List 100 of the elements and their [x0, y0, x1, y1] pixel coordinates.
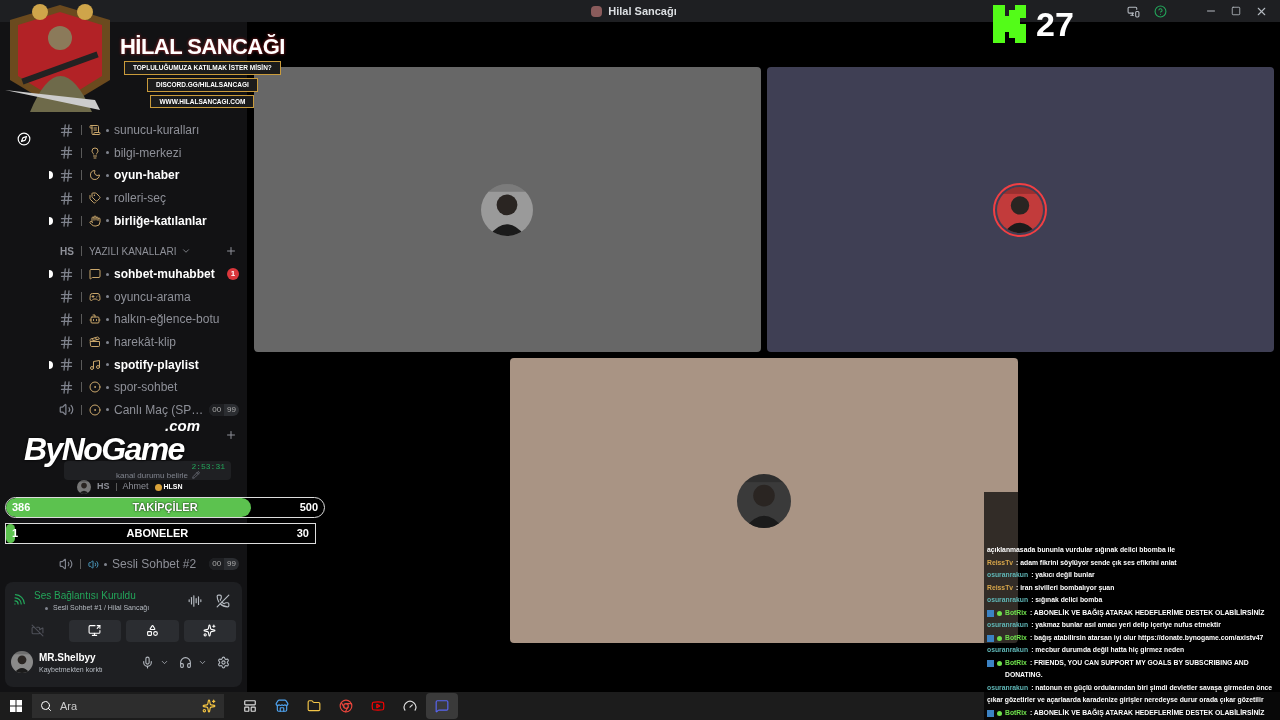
banner-title: HİLAL SANCAĞI: [120, 36, 285, 58]
hash-icon: [59, 379, 74, 395]
hash-icon: [59, 311, 74, 327]
channel-item[interactable]: rolleri-seç: [48, 186, 247, 210]
channel-item[interactable]: bilgi-merkezi: [48, 141, 247, 165]
goal-target: 30: [296, 526, 309, 542]
channel-item[interactable]: oyun-haber: [48, 164, 247, 187]
voice-channel[interactable]: Sesli Sohbet #2 00 99: [48, 553, 247, 576]
server-icon: [591, 5, 603, 17]
user-limit: 00 99: [209, 403, 239, 416]
activities-button[interactable]: [126, 619, 179, 642]
channel-status[interactable]: kanal durumu belirle: [116, 470, 189, 480]
viewer-count: 27: [1036, 7, 1074, 41]
help-icon[interactable]: [1154, 4, 1167, 18]
bullet-icon: [106, 272, 109, 276]
channel-name: spotify-playlist: [114, 356, 199, 374]
channel-name: sunucu-kuralları: [114, 122, 200, 140]
screen-share-button[interactable]: [68, 619, 121, 642]
add-channel-icon[interactable]: [225, 245, 237, 258]
goal-target: 500: [299, 500, 318, 516]
call-timer: 2:53:31: [191, 461, 225, 471]
screen-share-icon: [88, 624, 102, 637]
channel-name: oyun-haber: [114, 167, 180, 185]
mention-badge: 1: [227, 268, 239, 281]
category-title[interactable]: YAZILI KANALLARI: [88, 243, 177, 259]
unread-indicator: [49, 270, 53, 279]
video-tile[interactable]: [766, 67, 1274, 352]
channel-name: rolleri-seç: [114, 190, 166, 208]
headphones-icon[interactable]: [179, 655, 192, 669]
task-view-icon: [243, 699, 257, 713]
goal-current: 1: [12, 526, 19, 542]
folder-icon: [307, 699, 321, 713]
disconnect-icon[interactable]: [216, 593, 230, 608]
bullet-icon: [106, 196, 109, 200]
channel-emoji-icon: [89, 169, 101, 182]
bullet-icon: [106, 408, 109, 412]
unread-indicator: [49, 216, 53, 225]
channel-emoji-icon: [89, 268, 101, 281]
channel-emoji-icon: [89, 403, 101, 416]
channel-name: sohbet-muhabbet: [114, 266, 215, 284]
bullet-icon: [106, 363, 109, 367]
active-voice-channel[interactable]: 2:53:31 kanal durumu belirle: [64, 461, 231, 481]
channel-item[interactable]: oyuncu-arama: [48, 285, 247, 309]
add-channel-icon[interactable]: [225, 429, 237, 442]
windows-icon[interactable]: [10, 700, 22, 712]
hash-icon: [59, 122, 74, 138]
hash-icon: [59, 357, 74, 373]
channel-emoji-icon: [89, 124, 101, 137]
channel-emoji-icon: [89, 381, 101, 394]
channel-name: birliğe-katılanlar: [114, 212, 207, 230]
channel-name: oyuncu-arama: [114, 288, 191, 306]
channel-item[interactable]: birliğe-katılanlar: [48, 209, 247, 232]
member-name[interactable]: Ahmet: [122, 480, 149, 494]
channel-name: spor-sohbet: [114, 379, 178, 397]
store-icon: [275, 699, 289, 713]
channel-item[interactable]: halkın-eğlence-botu: [48, 308, 247, 331]
screen-share-icon[interactable]: [1127, 4, 1140, 18]
channel-item[interactable]: sohbet-muhabbet 1: [48, 262, 247, 286]
bullet-icon: [106, 151, 109, 155]
channel-emoji-icon: [89, 214, 101, 227]
bullet-icon: [106, 317, 109, 321]
microphone-icon[interactable]: [141, 655, 154, 669]
channel-emoji-icon: [89, 146, 101, 159]
channel-item[interactable]: harekât-klip: [48, 330, 247, 354]
sparkles-icon: [203, 624, 217, 637]
compass-icon: [17, 132, 31, 146]
channel-emoji-icon: [88, 558, 99, 570]
channel-item[interactable]: sunucu-kuralları: [48, 119, 247, 142]
speaker-icon: [59, 402, 74, 418]
category-tag: HS: [60, 243, 74, 259]
bullet-icon: [106, 128, 109, 132]
settings-icon[interactable]: [217, 655, 230, 669]
channel-item[interactable]: spotify-playlist: [48, 353, 247, 376]
channel-emoji-icon: [89, 192, 101, 205]
soundboard-button[interactable]: [183, 619, 236, 642]
hash-icon: [59, 190, 74, 206]
gauge-icon: [403, 699, 417, 713]
bullet-icon: [104, 562, 107, 566]
bullet-icon: [106, 174, 109, 177]
maximize-icon[interactable]: [1231, 6, 1241, 16]
bullet-icon: [106, 219, 109, 223]
taskbar-search-field[interactable]: Ara: [32, 694, 224, 718]
channel-name: Canlı Maç (SP…: [114, 401, 204, 419]
channel-emoji-icon: [89, 358, 101, 371]
bullet-icon: [106, 385, 109, 389]
channel-item[interactable]: spor-sohbet: [48, 375, 247, 399]
noise-icon[interactable]: [188, 593, 202, 608]
hash-icon: [59, 168, 74, 183]
window-title: Hilal Sancağı: [608, 3, 677, 19]
user-limit: 00 99: [209, 558, 239, 571]
bullet-icon: [106, 295, 109, 299]
channel-emoji-icon: [89, 290, 101, 303]
hash-icon: [59, 334, 74, 350]
hash-icon: [59, 289, 74, 305]
chat-icon: [435, 699, 449, 713]
username[interactable]: MR.Shelbyy: [39, 649, 135, 665]
bullet-icon: [45, 606, 48, 610]
unread-indicator: [49, 360, 53, 369]
video-icon: [371, 699, 385, 713]
shapes-icon: [145, 624, 159, 637]
